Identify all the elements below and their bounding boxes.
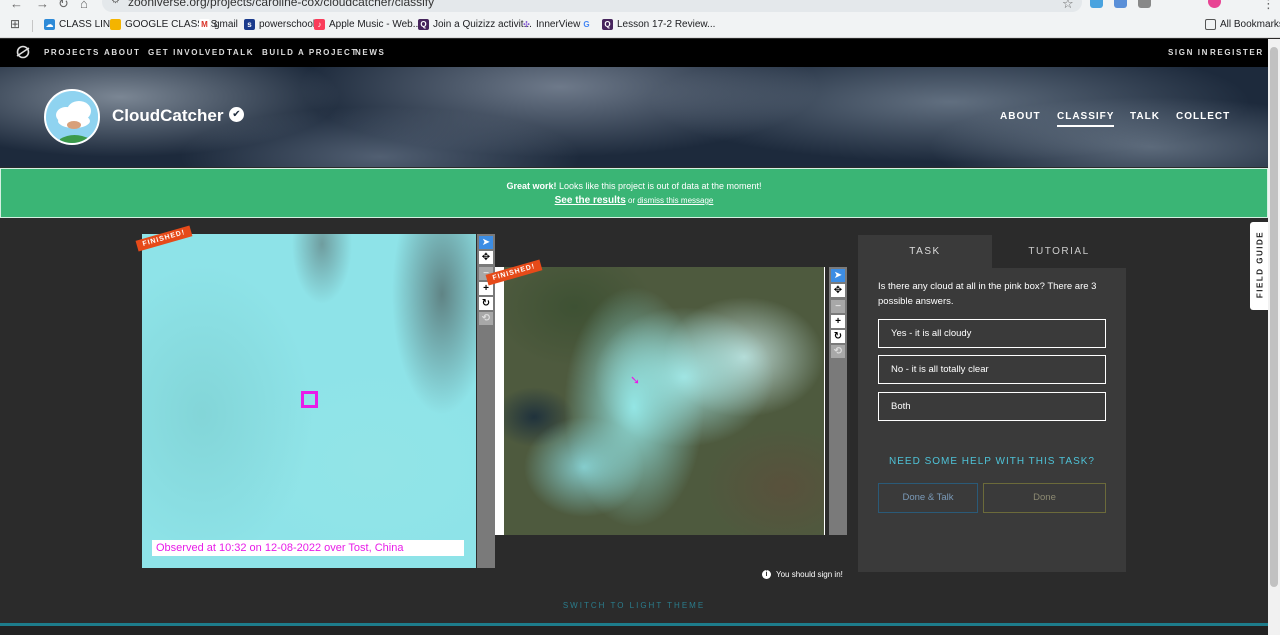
register-link[interactable]: REGISTER bbox=[1210, 48, 1264, 57]
task-question: Is there any cloud at all in the pink bo… bbox=[878, 281, 1097, 307]
footer bbox=[0, 626, 1268, 635]
forward-icon[interactable]: → bbox=[36, 0, 49, 11]
zoom-out-icon[interactable]: − bbox=[831, 300, 845, 313]
bookmark-powerschool[interactable]: s powerschool bbox=[244, 19, 315, 30]
music-icon: ♪ bbox=[314, 19, 325, 30]
menu-icon[interactable]: ⋮ bbox=[1262, 0, 1275, 12]
bookmark-apple-music[interactable]: ♪ Apple Music - Web... bbox=[314, 19, 421, 30]
bookmark-gmail[interactable]: Mgmail bbox=[199, 19, 238, 30]
classify-area: Observed at 10:32 on 12-08-2022 over Tos… bbox=[0, 219, 1268, 624]
apps-grid-icon[interactable]: ⊞ bbox=[10, 17, 20, 31]
nav-talk[interactable]: TALK bbox=[227, 48, 254, 57]
observation-caption: Observed at 10:32 on 12-08-2022 over Tos… bbox=[152, 540, 464, 556]
extension-icon[interactable] bbox=[1138, 0, 1151, 8]
cloud-icon: ☁ bbox=[44, 19, 55, 30]
pink-target-box bbox=[301, 391, 318, 408]
bookmarks-bar: ⊞ ☁ CLASS LINK GOOGLE CLASSES Mgmail s pow… bbox=[0, 14, 1280, 38]
dismiss-message-link[interactable]: dismiss this message bbox=[637, 196, 713, 205]
sign-in-notice[interactable]: i You should sign in! bbox=[762, 570, 843, 579]
done-button[interactable]: Done bbox=[983, 483, 1106, 513]
tab-tutorial[interactable]: TUTORIAL bbox=[992, 235, 1126, 268]
project-header: CloudCatcher ✔ ABOUT CLASSIFY TALK COLLE… bbox=[0, 67, 1268, 167]
nav-get-involved[interactable]: GET INVOLVED bbox=[148, 48, 226, 57]
pan-tool-icon[interactable]: ✥ bbox=[831, 284, 845, 297]
powerschool-icon: s bbox=[244, 19, 255, 30]
gmail-icon: M bbox=[199, 19, 210, 30]
zooniverse-nav: PROJECTS ABOUT GET INVOLVED TALK BUILD A… bbox=[0, 39, 1268, 67]
browser-toolbar: ← → ↻ ⌂ ⚙ zooniverse.org/projects/caroli… bbox=[0, 0, 1280, 14]
reset-icon[interactable]: ⟲ bbox=[479, 312, 493, 325]
bookmark-innerview[interactable]: ✣ InnerView bbox=[521, 19, 580, 30]
field-guide-tab[interactable]: FIELD GUIDE bbox=[1250, 222, 1270, 310]
pointer-tool-icon[interactable]: ➤ bbox=[831, 269, 845, 282]
address-bar[interactable]: ⚙ zooniverse.org/projects/caroline-cox/c… bbox=[102, 0, 1082, 12]
scrollbar-thumb[interactable] bbox=[1270, 47, 1278, 587]
answer-all-cloudy[interactable]: Yes - it is all cloudy bbox=[878, 319, 1106, 348]
answer-all-clear[interactable]: No - it is all totally clear bbox=[878, 355, 1106, 384]
bookmark-class-link[interactable]: ☁ CLASS LINK bbox=[44, 19, 117, 30]
info-icon: i bbox=[762, 570, 771, 579]
see-results-link[interactable]: See the results bbox=[555, 195, 626, 206]
profile-avatar[interactable] bbox=[1208, 0, 1221, 8]
cloud-avatar-icon bbox=[46, 91, 98, 143]
nav-news[interactable]: NEWS bbox=[355, 48, 385, 57]
quizizz-icon: Q bbox=[602, 19, 613, 30]
rotate-icon[interactable]: ↻ bbox=[479, 297, 493, 310]
zoom-in-icon[interactable]: + bbox=[831, 315, 845, 328]
folder-icon bbox=[1205, 19, 1216, 30]
project-avatar[interactable] bbox=[44, 89, 100, 145]
home-icon[interactable]: ⌂ bbox=[80, 0, 88, 11]
all-bookmarks[interactable]: All Bookmarks bbox=[1205, 19, 1280, 30]
subject-image-overview[interactable]: ➘ bbox=[504, 267, 824, 535]
image-toolbar-right: ➤ ✥ − + ↻ ⟲ bbox=[829, 267, 847, 535]
innerview-icon: ✣ bbox=[523, 20, 530, 29]
rotate-icon[interactable]: ↻ bbox=[831, 330, 845, 343]
pointer-tool-icon[interactable]: ➤ bbox=[479, 236, 493, 249]
page-scrollbar[interactable] bbox=[1268, 39, 1280, 635]
bookmark-star-icon[interactable]: ☆ bbox=[1062, 0, 1074, 12]
bookmark-quizizz[interactable]: Q Join a Quizizz activit... bbox=[418, 19, 532, 30]
subject-image-zoomed[interactable] bbox=[142, 234, 476, 568]
location-arrow-icon: ➘ bbox=[630, 373, 641, 387]
project-nav-classify[interactable]: CLASSIFY bbox=[1057, 111, 1115, 127]
reload-icon[interactable]: ↻ bbox=[58, 0, 69, 12]
nav-build-project[interactable]: BUILD A PROJECT bbox=[262, 48, 358, 57]
sign-in-link[interactable]: SIGN IN bbox=[1168, 48, 1209, 57]
quizizz-icon: Q bbox=[418, 19, 429, 30]
project-title[interactable]: CloudCatcher bbox=[112, 106, 223, 126]
task-help-link[interactable]: NEED SOME HELP WITH THIS TASK? bbox=[858, 456, 1126, 467]
nav-projects[interactable]: PROJECTS bbox=[44, 48, 100, 57]
extension-icon[interactable] bbox=[1090, 0, 1103, 8]
pan-tool-icon[interactable]: ✥ bbox=[479, 251, 493, 264]
task-panel: TASK TUTORIAL Is there any cloud at all … bbox=[858, 235, 1126, 572]
google-icon[interactable]: G bbox=[581, 19, 596, 30]
classroom-icon bbox=[110, 19, 121, 30]
tab-task[interactable]: TASK bbox=[858, 235, 992, 268]
switch-theme-link[interactable]: SWITCH TO LIGHT THEME bbox=[0, 601, 1268, 610]
answer-both[interactable]: Both bbox=[878, 392, 1106, 421]
site-info-icon[interactable]: ⚙ bbox=[111, 0, 120, 6]
done-talk-button[interactable]: Done & Talk bbox=[878, 483, 978, 513]
nav-about[interactable]: ABOUT bbox=[104, 48, 140, 57]
bookmark-lesson[interactable]: Q Lesson 17-2 Review... bbox=[602, 19, 715, 30]
project-nav-about[interactable]: ABOUT bbox=[1000, 111, 1041, 122]
project-nav-collect[interactable]: COLLECT bbox=[1176, 111, 1230, 122]
zooniverse-logo-icon[interactable] bbox=[15, 44, 31, 60]
verified-check-icon: ✔ bbox=[229, 107, 244, 122]
back-icon[interactable]: ← bbox=[10, 0, 23, 11]
out-of-data-banner: Great work! Looks like this project is o… bbox=[0, 168, 1268, 218]
reset-icon[interactable]: ⟲ bbox=[831, 345, 845, 358]
extension-icon[interactable] bbox=[1114, 0, 1127, 8]
project-nav-talk[interactable]: TALK bbox=[1130, 111, 1160, 122]
